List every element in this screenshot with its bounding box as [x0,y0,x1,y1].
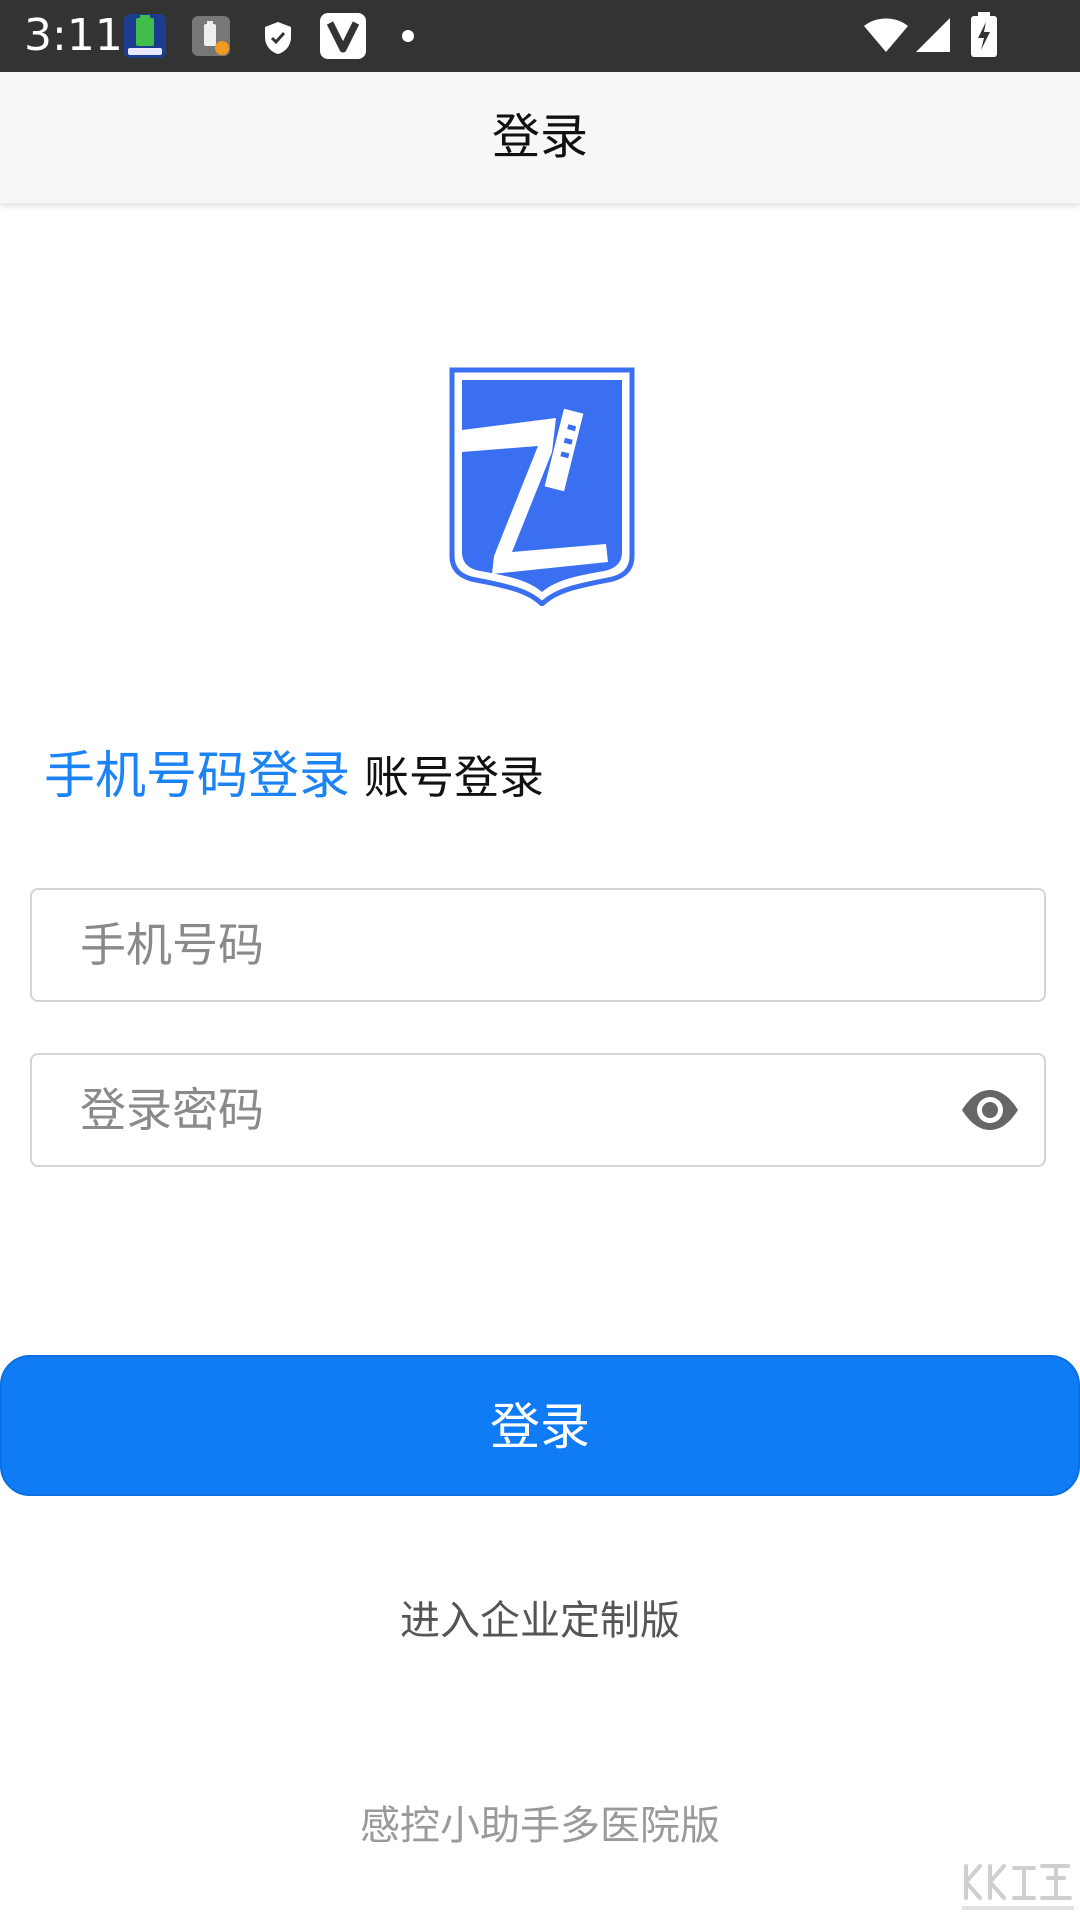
phone-field [30,888,1046,1002]
status-time: 3:11 [24,10,123,61]
login-tabs: 手机号码登录 账号登录 [44,742,544,812]
battery-charging-icon [971,12,997,57]
tab-account-login[interactable]: 账号登录 [364,743,544,813]
password-input[interactable] [80,1055,930,1165]
dot-icon [402,30,414,42]
enterprise-edition-link[interactable]: 进入企业定制版 [0,1593,1080,1649]
login-button[interactable]: 登录 [0,1355,1080,1496]
shield-icon [265,22,291,54]
wifi-icon [864,18,908,52]
battery-app-icon [124,14,166,58]
tab-phone-login[interactable]: 手机号码登录 [44,742,350,812]
signal-icon [916,18,950,52]
page-title: 登录 [491,109,588,165]
status-bar: 3:11 [0,0,1080,72]
watermark-logo-icon [962,1864,1074,1910]
phone-input[interactable] [80,890,930,1000]
footer-app-name: 感控小助手多医院版 [360,1803,720,1849]
battery-alert-icon [192,16,230,56]
v-app-icon [320,13,366,59]
password-field [30,1053,1046,1167]
eye-icon[interactable] [960,1088,1020,1132]
shield-logo-icon [449,367,635,606]
app-bar: 登录 [0,72,1080,203]
